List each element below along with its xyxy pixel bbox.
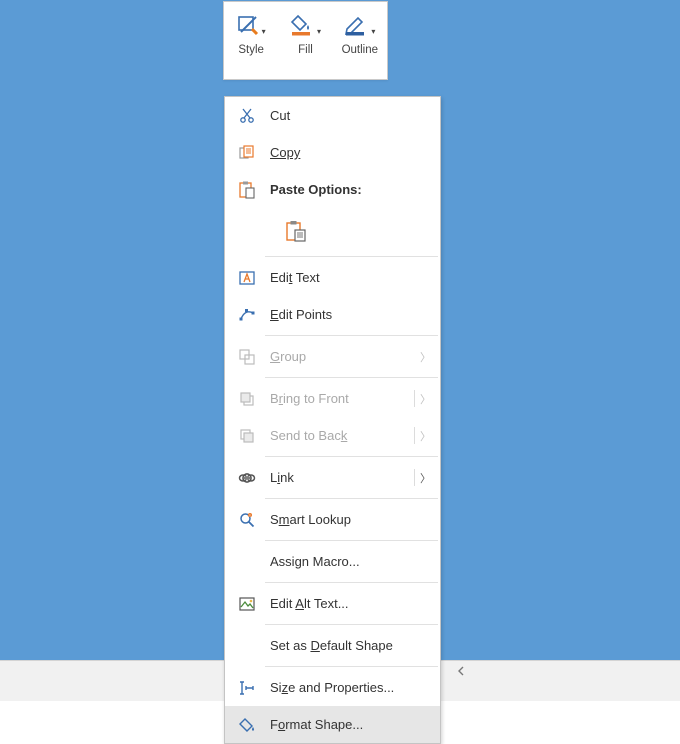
context-menu: Cut Copy Paste Options:: [224, 96, 441, 744]
edit-text-item[interactable]: Edit Text: [225, 259, 440, 296]
edit-text-label: Edit Text: [270, 270, 320, 285]
group-icon: [238, 348, 256, 366]
smart-lookup-label: Smart Lookup: [270, 512, 351, 527]
fill-button[interactable]: ▾ Fill: [278, 2, 332, 79]
bring-to-front-item: Bring to Front 〉: [225, 380, 440, 417]
edit-points-icon: [238, 306, 256, 324]
style-button[interactable]: ▾ Style: [224, 2, 278, 79]
submenu-chevron-icon: 〉: [420, 349, 431, 365]
smart-lookup-icon: i: [238, 511, 256, 529]
edit-points-item[interactable]: Edit Points: [225, 296, 440, 333]
separator: [265, 540, 438, 541]
chevron-down-icon: ▾: [262, 27, 266, 36]
smart-lookup-item[interactable]: i Smart Lookup: [225, 501, 440, 538]
copy-item[interactable]: Copy: [225, 134, 440, 171]
fill-icon: [290, 13, 314, 37]
copy-label: Copy: [270, 145, 300, 160]
submenu-chevron-icon: 〉: [420, 428, 431, 444]
style-label: Style: [238, 44, 264, 56]
bring-to-front-icon: [238, 390, 256, 408]
paste-keep-source-button[interactable]: [280, 215, 312, 247]
bring-to-front-label: Bring to Front: [270, 391, 349, 406]
size-properties-label: Size and Properties...: [270, 680, 394, 695]
set-default-shape-item[interactable]: Set as Default Shape: [225, 627, 440, 664]
group-label: Group: [270, 349, 306, 364]
fill-label: Fill: [298, 44, 313, 56]
separator: [265, 624, 438, 625]
paste-options-header: Paste Options:: [225, 171, 440, 208]
group-item: Group 〉: [225, 338, 440, 375]
send-to-back-item: Send to Back 〉: [225, 417, 440, 454]
edit-points-label: Edit Points: [270, 307, 332, 322]
cut-item[interactable]: Cut: [225, 97, 440, 134]
link-label: Link: [270, 470, 294, 485]
format-shape-icon: [238, 716, 256, 734]
edit-alt-text-item[interactable]: Edit Alt Text...: [225, 585, 440, 622]
format-shape-label: Format Shape...: [270, 717, 363, 732]
outline-label: Outline: [342, 44, 378, 56]
edit-alt-text-label: Edit Alt Text...: [270, 596, 349, 611]
link-icon: [238, 469, 256, 487]
mini-toolbar: ▾ Style ▾ Fill: [223, 1, 388, 80]
separator: [265, 456, 438, 457]
submenu-chevron-icon: 〉: [420, 391, 431, 407]
svg-text:i: i: [250, 513, 251, 517]
separator: [265, 377, 438, 378]
cut-icon: [238, 107, 256, 125]
scroll-left-icon[interactable]: [452, 662, 470, 680]
paste-icon: [238, 181, 256, 199]
outline-button[interactable]: ▾ Outline: [333, 2, 387, 79]
size-icon: [238, 679, 256, 697]
send-to-back-icon: [238, 427, 256, 445]
separator: [265, 335, 438, 336]
format-shape-item[interactable]: Format Shape...: [225, 706, 440, 743]
paste-options-row: [225, 208, 440, 254]
chevron-down-icon: ▾: [317, 27, 321, 36]
outline-icon: [344, 13, 368, 37]
copy-icon: [238, 144, 256, 162]
style-icon: [237, 14, 259, 36]
chevron-down-icon: ▾: [371, 27, 375, 36]
cut-label: Cut: [270, 108, 290, 123]
edit-text-icon: [238, 269, 256, 287]
submenu-chevron-icon: 〉: [420, 470, 431, 486]
separator: [265, 582, 438, 583]
separator: [265, 256, 438, 257]
send-to-back-label: Send to Back: [270, 428, 347, 443]
link-item[interactable]: Link 〉: [225, 459, 440, 496]
separator: [265, 498, 438, 499]
size-properties-item[interactable]: Size and Properties...: [225, 669, 440, 706]
assign-macro-label: Assign Macro...: [270, 554, 360, 569]
paste-options-label: Paste Options:: [270, 182, 362, 197]
assign-macro-item[interactable]: Assign Macro...: [225, 543, 440, 580]
set-default-shape-label: Set as Default Shape: [270, 638, 393, 653]
alt-text-icon: [238, 595, 256, 613]
horizontal-scrollbar[interactable]: [452, 662, 680, 680]
separator: [265, 666, 438, 667]
